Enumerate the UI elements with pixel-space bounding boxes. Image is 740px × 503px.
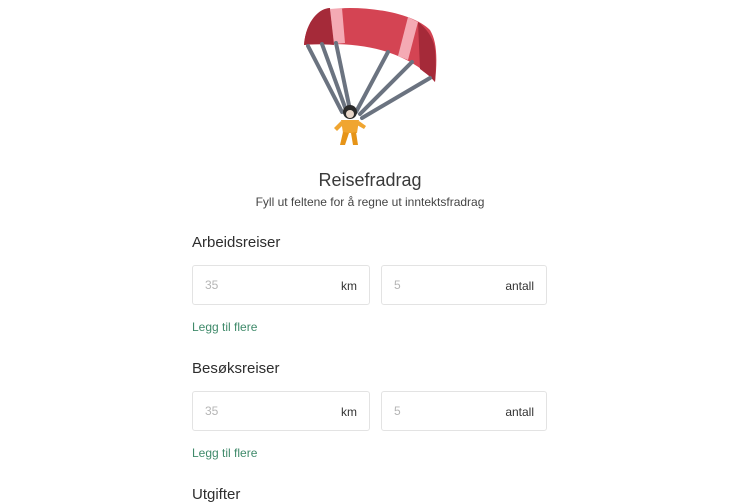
arbeidsreiser-distance-field[interactable]: km	[192, 265, 370, 305]
arbeidsreiser-add-more-link[interactable]: Legg til flere	[192, 320, 257, 334]
distance-unit-label: km	[341, 405, 357, 419]
besoksreiser-add-more-link[interactable]: Legg til flere	[192, 446, 257, 460]
page-title: Reisefradrag	[318, 170, 422, 190]
section-heading-arbeidsreiser: Arbeidsreiser	[192, 234, 281, 251]
besoksreiser-count-field[interactable]: antall	[381, 391, 547, 431]
distance-unit-label: km	[341, 279, 357, 293]
count-unit-label: antall	[505, 405, 534, 419]
arbeidsreiser-count-field[interactable]: antall	[381, 265, 547, 305]
parachute-icon	[304, 8, 437, 145]
section-heading-utgifter: Utgifter	[192, 486, 241, 503]
section-heading-besoksreiser: Besøksreiser	[192, 360, 280, 377]
besoksreiser-distance-field[interactable]: km	[192, 391, 370, 431]
count-unit-label: antall	[505, 279, 534, 293]
page-subtitle: Fyll ut feltene for å regne ut inntektsf…	[255, 195, 485, 209]
